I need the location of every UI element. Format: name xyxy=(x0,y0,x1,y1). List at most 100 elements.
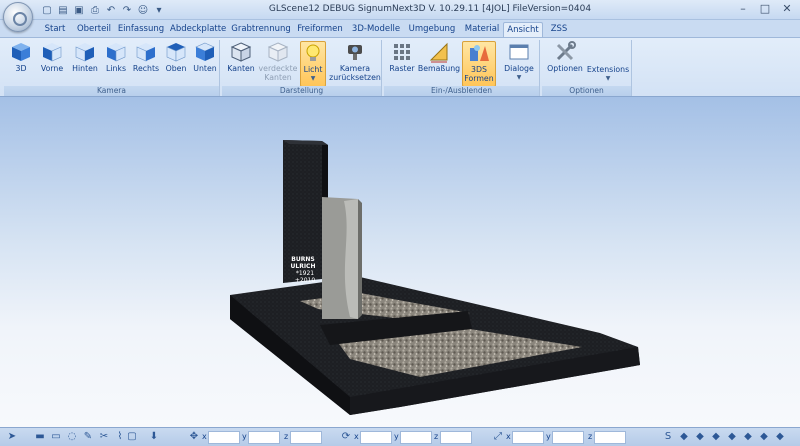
dimension-icon xyxy=(429,42,448,63)
rotate-icon[interactable]: ⟳ xyxy=(340,431,352,443)
tab-einfassung[interactable]: Einfassung xyxy=(116,22,166,37)
view-bottom-label: Unten xyxy=(193,64,217,73)
cube-right-icon xyxy=(136,43,155,62)
view-3d-button[interactable]: 3D xyxy=(8,41,34,85)
navigate-icon[interactable]: ➤ xyxy=(6,431,18,443)
tab-grabtrennung[interactable]: Grabtrennung xyxy=(231,22,291,37)
inscription-line: ULRICH xyxy=(291,263,316,270)
extensions-label: Extensions ▼ xyxy=(582,65,634,83)
application-menu-button[interactable] xyxy=(3,2,33,32)
scale-z-field[interactable] xyxy=(594,431,626,444)
options-button[interactable]: Optionen xyxy=(546,41,584,85)
move-y-field[interactable] xyxy=(248,431,280,444)
cube-3d-icon[interactable]: ◆ xyxy=(678,431,690,443)
open-folder-icon[interactable]: ▤ xyxy=(56,4,70,18)
dialogs-icon xyxy=(509,44,529,60)
cube-top-icon xyxy=(166,43,186,62)
view-back-button[interactable]: Hinten xyxy=(70,41,100,85)
view-left-button[interactable]: Links xyxy=(103,41,129,85)
light-label-text: Licht xyxy=(303,65,323,74)
cube-bottom-icon xyxy=(195,42,215,61)
ribbon-group-ein-ausblenden: Raster Bemaßung 3DS Formen Dialoge ▼ Ein-… xyxy=(384,40,540,96)
cube-front-icon xyxy=(43,43,62,62)
hidden-edges-button[interactable]: verdeckte Kanten xyxy=(259,41,297,85)
axis-label: x xyxy=(354,432,359,441)
3ds-shapes-label: 3DS Formen xyxy=(464,65,494,83)
ribbon-group-label: Optionen xyxy=(542,86,631,96)
maximize-icon[interactable]: □ xyxy=(758,2,772,16)
cube-front-icon[interactable]: ◆ xyxy=(694,431,706,443)
clip-icon[interactable]: ⌇ xyxy=(114,431,126,443)
snap-icon[interactable]: S xyxy=(662,431,674,443)
extensions-label-text: Extensions xyxy=(586,65,630,74)
ribbon-group-kamera: 3D Vorne Hinten Links Rechts Oben Unten … xyxy=(4,40,220,96)
rotate-x-field[interactable] xyxy=(360,431,392,444)
minimize-icon[interactable]: – xyxy=(736,2,750,16)
scissors-icon[interactable]: ✂ xyxy=(98,431,110,443)
scale-x-field[interactable] xyxy=(512,431,544,444)
tab-ansicht[interactable]: Ansicht xyxy=(503,22,543,37)
chevron-down-icon: ▼ xyxy=(605,75,611,82)
tab-oberteil[interactable]: Oberteil xyxy=(75,22,113,37)
marker-icon[interactable]: ✎ xyxy=(82,431,94,443)
close-icon[interactable]: ✕ xyxy=(780,2,794,16)
download-dropdown-icon[interactable]: ⬇ xyxy=(148,431,160,443)
eraser-icon[interactable]: ▭ xyxy=(50,431,62,443)
ribbon-group-label: Ein-/Ausblenden xyxy=(384,86,539,96)
cube-left-icon[interactable]: ◆ xyxy=(726,431,738,443)
tab-zss[interactable]: ZSS xyxy=(546,22,572,37)
tab-freiformen[interactable]: Freiformen xyxy=(295,22,345,37)
scale-y-field[interactable] xyxy=(552,431,584,444)
view-bottom-button[interactable]: Unten xyxy=(192,41,218,85)
tab-umgebung[interactable]: Umgebung xyxy=(406,22,458,37)
camera-reset-icon xyxy=(348,45,362,60)
dialogs-button[interactable]: Dialoge ▼ xyxy=(504,41,534,85)
cube-left-icon xyxy=(107,43,126,62)
redo-icon[interactable]: ↷ xyxy=(120,4,134,18)
tab-3d-modelle[interactable]: 3D-Modelle xyxy=(349,22,403,37)
inscription-line: BURNS xyxy=(291,256,314,263)
inscription-line: *1921 xyxy=(296,270,314,277)
tab-material[interactable]: Material xyxy=(462,22,502,37)
print-icon[interactable]: ⎙ xyxy=(88,4,102,18)
camera-reset-button[interactable]: Kamera zurücksetzen xyxy=(329,41,381,85)
cube-top-icon[interactable]: ◆ xyxy=(758,431,770,443)
3d-viewport[interactable]: BURNS ULRICH *1921 +2010 xyxy=(0,97,800,427)
cube-bottom-icon[interactable]: ◆ xyxy=(774,431,786,443)
undo-icon[interactable]: ↶ xyxy=(104,4,118,18)
tab-start[interactable]: Start xyxy=(38,22,72,37)
square-dropdown-icon[interactable]: ▢ xyxy=(126,431,138,443)
window-controls: – □ ✕ xyxy=(736,2,794,16)
cube-back-icon[interactable]: ◆ xyxy=(710,431,722,443)
grid-button[interactable]: Raster xyxy=(388,41,416,85)
edges-button[interactable]: Kanten xyxy=(226,41,256,85)
edges-icon xyxy=(230,42,252,62)
axis-label: z xyxy=(588,432,593,441)
3ds-shapes-button[interactable]: 3DS Formen xyxy=(462,41,496,87)
extensions-button[interactable]: Extensions ▼ xyxy=(587,41,629,85)
inscription-line: +2010 xyxy=(295,277,315,284)
ribbon-group-darstellung: Kanten verdeckte Kanten Licht ▼ Kamera zu… xyxy=(222,40,382,96)
dimension-button[interactable]: Bemaßung xyxy=(418,41,460,85)
cube-right-icon[interactable]: ◆ xyxy=(742,431,754,443)
view-front-button[interactable]: Vorne xyxy=(38,41,66,85)
rotate-y-field[interactable] xyxy=(400,431,432,444)
lasso-icon[interactable]: ◌ xyxy=(66,431,78,443)
axis-label: x xyxy=(506,432,511,441)
view-right-button[interactable]: Rechts xyxy=(132,41,160,85)
axis-label: y xyxy=(394,432,399,441)
tab-abdeckplatte[interactable]: Abdeckplatte xyxy=(170,22,226,37)
folder-icon[interactable]: ▬ xyxy=(34,431,46,443)
new-file-icon[interactable]: ▢ xyxy=(40,4,54,18)
scale-icon[interactable]: ⤢ xyxy=(492,431,504,443)
rotate-z-field[interactable] xyxy=(440,431,472,444)
move-icon[interactable]: ✥ xyxy=(188,431,200,443)
view-top-button[interactable]: Oben xyxy=(163,41,189,85)
dialogs-label-text: Dialoge xyxy=(504,64,534,73)
light-button[interactable]: Licht ▼ xyxy=(300,41,326,87)
move-z-field[interactable] xyxy=(290,431,322,444)
save-icon[interactable]: ▣ xyxy=(72,4,86,18)
move-x-field[interactable] xyxy=(208,431,240,444)
customize-icon[interactable]: ▾ xyxy=(152,4,166,18)
user-icon[interactable]: ☺ xyxy=(136,4,150,18)
